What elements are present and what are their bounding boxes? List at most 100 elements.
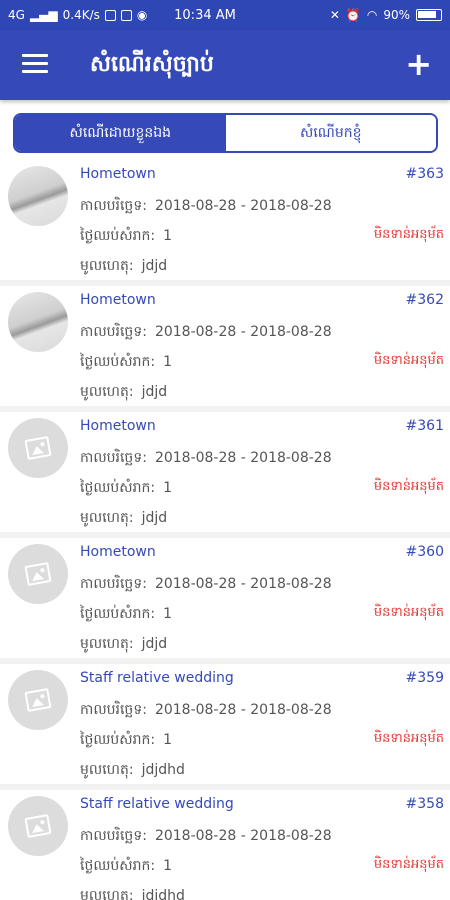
days-value: 1 — [163, 858, 173, 874]
request-number: #358 — [405, 796, 444, 812]
period-label: កាលបរិច្ឆេទ: — [80, 576, 147, 592]
add-request-button[interactable]: + — [405, 48, 432, 80]
period-row: កាលបរិច្ឆេទ: 2018-08-28 - 2018-08-28 — [80, 700, 332, 721]
list-item[interactable]: Staff relative wedding #359 កាលបរិច្ឆេទ:… — [0, 664, 450, 790]
image-placeholder-icon — [24, 562, 52, 586]
period-value: 2018-08-28 - 2018-08-28 — [154, 450, 332, 466]
status-time: 10:34 AM — [174, 7, 236, 23]
period-row: កាលបរិច្ឆេទ: 2018-08-28 - 2018-08-28 — [80, 826, 332, 847]
network-type: 4G — [8, 8, 25, 22]
days-label: ថ្ងៃឈប់សំរាក: — [80, 858, 156, 874]
reason-label: មូលហេតុ: — [80, 384, 134, 400]
alarm-icon: ⏰ — [345, 8, 361, 22]
period-label: កាលបរិច្ឆេទ: — [80, 450, 147, 466]
days-value: 1 — [163, 606, 173, 622]
segmented-tabs: សំណើដោយខ្លួនឯង សំណើមកខ្ញុំ — [13, 113, 438, 153]
reason-row: មូលហេតុ: jdjd — [80, 382, 167, 403]
battery-level: 90% — [383, 8, 410, 22]
reason-value: jdjd — [141, 384, 168, 400]
avatar — [8, 544, 68, 604]
status-badge: មិនទាន់អនុម័ត — [373, 479, 444, 494]
days-row: ថ្ងៃឈប់សំរាក: 1 — [80, 604, 172, 625]
period-value: 2018-08-28 - 2018-08-28 — [154, 324, 332, 340]
request-title: Hometown — [80, 544, 156, 560]
days-value: 1 — [163, 480, 173, 496]
period-value: 2018-08-28 - 2018-08-28 — [154, 576, 332, 592]
period-row: កាលបរិច្ឆេទ: 2018-08-28 - 2018-08-28 — [80, 574, 332, 595]
status-badge: មិនទាន់អនុម័ត — [373, 353, 444, 368]
avatar — [8, 796, 68, 856]
period-row: កាលបរិច្ឆេទ: 2018-08-28 - 2018-08-28 — [80, 196, 332, 217]
reason-label: មូលហេតុ: — [80, 258, 134, 274]
period-value: 2018-08-28 - 2018-08-28 — [154, 702, 332, 718]
list-item[interactable]: Hometown #363 កាលបរិច្ឆេទ: 2018-08-28 - 2… — [0, 160, 450, 286]
request-title: Staff relative wedding — [80, 670, 234, 686]
period-label: កាលបរិច្ឆេទ: — [80, 828, 147, 844]
mute-icon: ✕ — [329, 8, 340, 22]
period-row: កាលបរិច្ឆេទ: 2018-08-28 - 2018-08-28 — [80, 322, 332, 343]
period-label: កាលបរិច្ឆេទ: — [80, 702, 147, 718]
list-item[interactable]: Staff relative wedding #358 កាលបរិច្ឆេទ:… — [0, 790, 450, 900]
request-title: Hometown — [80, 166, 156, 182]
avatar — [8, 166, 68, 226]
page-title: សំណើរសុំច្បាប់ — [90, 52, 214, 77]
menu-icon[interactable] — [22, 54, 48, 74]
reason-label: មូលហេតុ: — [80, 636, 134, 652]
request-list: Hometown #363 កាលបរិច្ឆេទ: 2018-08-28 - 2… — [0, 160, 450, 900]
days-row: ថ្ងៃឈប់សំរាក: 1 — [80, 226, 172, 247]
status-badge: មិនទាន់អនុម័ត — [373, 605, 444, 620]
network-speed: 0.4K/s — [62, 8, 100, 22]
reason-row: មូលហេតុ: jdjdhd — [80, 886, 185, 900]
image-placeholder-icon — [24, 436, 52, 460]
request-number: #362 — [405, 292, 444, 308]
status-badge: មិនទាន់អនុម័ត — [373, 227, 444, 242]
signal-icon: ▂▄▆ — [29, 8, 58, 22]
reason-row: មូលហេតុ: jdjd — [80, 634, 167, 655]
reason-value: jdjd — [141, 636, 168, 652]
days-row: ថ្ងៃឈប់សំរាក: 1 — [80, 478, 172, 499]
request-title: Hometown — [80, 418, 156, 434]
period-label: កាលបរិច្ឆេទ: — [80, 198, 147, 214]
tab-my-requests[interactable]: សំណើដោយខ្លួនឯង — [15, 115, 226, 151]
reason-label: មូលហេតុ: — [80, 510, 134, 526]
avatar — [8, 292, 68, 352]
period-label: កាលបរិច្ឆេទ: — [80, 324, 147, 340]
list-item[interactable]: Hometown #362 កាលបរិច្ឆេទ: 2018-08-28 - 2… — [0, 286, 450, 412]
avatar — [8, 670, 68, 730]
days-row: ថ្ងៃឈប់សំរាក: 1 — [80, 730, 172, 751]
period-value: 2018-08-28 - 2018-08-28 — [154, 198, 332, 214]
reason-row: មូលហេតុ: jdjd — [80, 508, 167, 529]
reason-row: មូលហេតុ: jdjd — [80, 256, 167, 277]
wifi-icon: ◠ — [366, 8, 378, 22]
reason-value: jdjdhd — [141, 888, 185, 900]
app-bar: សំណើរសុំច្បាប់ + — [0, 30, 450, 100]
status-badge: មិនទាន់អនុម័ត — [373, 731, 444, 746]
period-row: កាលបរិច្ឆេទ: 2018-08-28 - 2018-08-28 — [80, 448, 332, 469]
request-title: Staff relative wedding — [80, 796, 234, 812]
days-value: 1 — [163, 732, 173, 748]
request-number: #360 — [405, 544, 444, 560]
days-label: ថ្ងៃឈប់សំរាក: — [80, 354, 156, 370]
period-value: 2018-08-28 - 2018-08-28 — [154, 828, 332, 844]
image-placeholder-icon — [24, 814, 52, 838]
request-title: Hometown — [80, 292, 156, 308]
days-label: ថ្ងៃឈប់សំរាក: — [80, 732, 156, 748]
list-item[interactable]: Hometown #361 កាលបរិច្ឆេទ: 2018-08-28 - 2… — [0, 412, 450, 538]
avatar — [8, 418, 68, 478]
reason-value: jdjdhd — [141, 762, 185, 778]
status-badge: មិនទាន់អនុម័ត — [373, 857, 444, 872]
days-value: 1 — [163, 228, 173, 244]
reason-label: មូលហេតុ: — [80, 888, 134, 900]
days-label: ថ្ងៃឈប់សំរាក: — [80, 228, 156, 244]
reason-value: jdjd — [141, 258, 168, 274]
request-number: #359 — [405, 670, 444, 686]
battery-icon — [416, 9, 442, 21]
list-item[interactable]: Hometown #360 កាលបរិច្ឆេទ: 2018-08-28 - 2… — [0, 538, 450, 664]
days-value: 1 — [163, 354, 173, 370]
days-label: ថ្ងៃឈប់សំរាក: — [80, 480, 156, 496]
status-bar: 4G ▂▄▆ 0.4K/s ◉ 10:34 AM ✕ ⏰ ◠ 90% — [0, 0, 450, 30]
days-row: ថ្ងៃឈប់សំរាក: 1 — [80, 352, 172, 373]
image-placeholder-icon — [24, 688, 52, 712]
reason-row: មូលហេតុ: jdjdhd — [80, 760, 185, 781]
tab-requests-to-me[interactable]: សំណើមកខ្ញុំ — [225, 115, 436, 151]
